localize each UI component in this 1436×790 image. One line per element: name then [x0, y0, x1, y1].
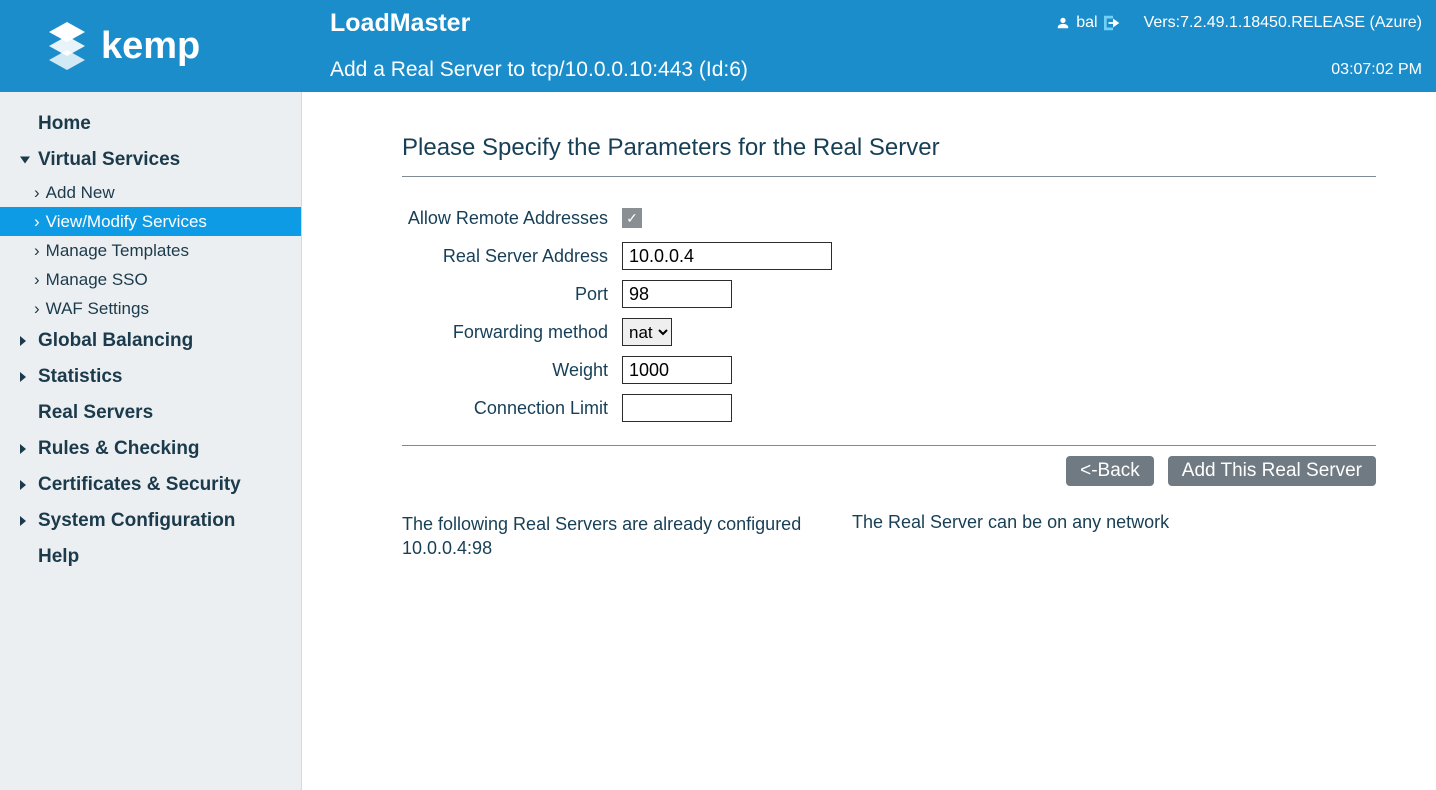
connlimit-input[interactable] [622, 394, 732, 422]
allow-remote-checkbox[interactable]: ✓ [622, 208, 642, 228]
caret-right-icon [20, 372, 26, 382]
header-right: LoadMaster bal Vers:7.2.49.1.18450.RELEA… [302, 0, 1436, 92]
svg-text:kemp: kemp [101, 25, 200, 67]
add-real-server-button[interactable]: Add This Real Server [1168, 456, 1376, 486]
caret-down-icon [20, 157, 30, 164]
nav-global-balancing[interactable]: Global Balancing [0, 323, 301, 359]
nav-vs-manage-templates[interactable]: Manage Templates [0, 236, 301, 265]
kemp-logo: kemp [0, 0, 302, 92]
nav-statistics-label: Statistics [38, 366, 122, 388]
kemp-logo-icon: kemp [41, 16, 261, 76]
app-header: kemp LoadMaster bal Vers:7.2.49.1.18450.… [0, 0, 1436, 92]
sidebar: Home Virtual Services Add New View/Modif… [0, 92, 302, 790]
row-forwarding: Forwarding method nat [402, 313, 1376, 351]
any-network-note: The Real Server can be on any network [852, 512, 1376, 561]
row-connlimit: Connection Limit [402, 389, 1376, 427]
rsaddr-input[interactable] [622, 242, 832, 270]
nav-certificates-security-label: Certificates & Security [38, 474, 241, 496]
caret-right-icon [20, 480, 26, 490]
port-label: Port [402, 284, 622, 305]
nav-statistics[interactable]: Statistics [0, 359, 301, 395]
forwarding-label: Forwarding method [402, 322, 622, 343]
forwarding-select[interactable]: nat [622, 318, 672, 346]
version-text: Vers:7.2.49.1.18450.RELEASE (Azure) [1144, 14, 1422, 32]
divider [402, 176, 1376, 177]
user-icon [1056, 16, 1070, 30]
nav-global-balancing-label: Global Balancing [38, 330, 193, 352]
row-weight: Weight [402, 351, 1376, 389]
footer-info: The following Real Servers are already c… [402, 512, 1376, 561]
nav-rules-checking[interactable]: Rules & Checking [0, 431, 301, 467]
logout-icon[interactable] [1104, 15, 1122, 31]
clock: 03:07:02 PM [1331, 61, 1422, 79]
nav-system-configuration-label: System Configuration [38, 510, 235, 532]
row-allow-remote: Allow Remote Addresses ✓ [402, 199, 1376, 237]
header-top-row: LoadMaster bal Vers:7.2.49.1.18450.RELEA… [302, 0, 1436, 46]
product-name: LoadMaster [330, 9, 470, 38]
nav-home[interactable]: Home [0, 106, 301, 142]
main-content: Please Specify the Parameters for the Re… [302, 92, 1436, 790]
rsaddr-label: Real Server Address [402, 246, 622, 267]
nav-virtual-services[interactable]: Virtual Services [0, 142, 301, 178]
port-input[interactable] [622, 280, 732, 308]
row-rsaddr: Real Server Address [402, 237, 1376, 275]
weight-label: Weight [402, 360, 622, 381]
already-line: The following Real Servers are already c… [402, 514, 801, 534]
allow-remote-label: Allow Remote Addresses [402, 208, 622, 229]
header-bottom-row: Add a Real Server to tcp/10.0.0.10:443 (… [302, 46, 1436, 92]
nav-vs-add-new[interactable]: Add New [0, 178, 301, 207]
caret-right-icon [20, 516, 26, 526]
nav-home-label: Home [38, 113, 91, 135]
nav-help[interactable]: Help [0, 539, 301, 575]
nav-vs-manage-sso[interactable]: Manage SSO [0, 265, 301, 294]
nav-vs-waf-settings[interactable]: WAF Settings [0, 294, 301, 323]
nav-real-servers[interactable]: Real Servers [0, 395, 301, 431]
user-area[interactable]: bal [1056, 14, 1121, 32]
button-row: <-Back Add This Real Server [402, 456, 1376, 486]
nav-virtual-services-label: Virtual Services [38, 149, 180, 171]
weight-input[interactable] [622, 356, 732, 384]
page-subtitle: Add a Real Server to tcp/10.0.0.10:443 (… [330, 58, 748, 82]
connlimit-label: Connection Limit [402, 398, 622, 419]
already-configured: The following Real Servers are already c… [402, 512, 812, 561]
caret-right-icon [20, 336, 26, 346]
nav-system-configuration[interactable]: System Configuration [0, 503, 301, 539]
nav-vs-view-modify[interactable]: View/Modify Services [0, 207, 301, 236]
nav-rules-checking-label: Rules & Checking [38, 438, 200, 460]
caret-right-icon [20, 444, 26, 454]
row-port: Port [402, 275, 1376, 313]
nav-real-servers-label: Real Servers [38, 402, 153, 424]
section-title: Please Specify the Parameters for the Re… [402, 134, 1376, 162]
back-button[interactable]: <-Back [1066, 456, 1154, 486]
already-value: 10.0.0.4:98 [402, 538, 492, 558]
nav-certificates-security[interactable]: Certificates & Security [0, 467, 301, 503]
divider [402, 445, 1376, 446]
user-name: bal [1076, 14, 1097, 32]
nav-help-label: Help [38, 546, 79, 568]
